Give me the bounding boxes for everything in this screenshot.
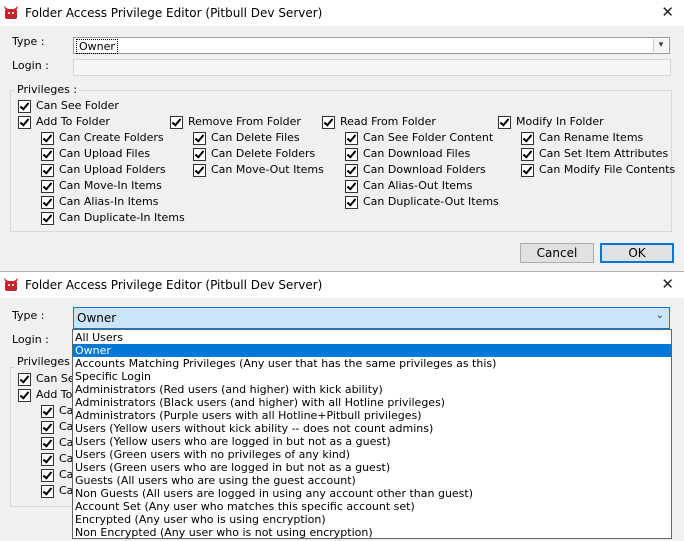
- checkmark-icon: [193, 148, 206, 161]
- chevron-down-icon[interactable]: ⌄: [656, 310, 664, 321]
- checkmark-icon: [322, 116, 335, 129]
- cancel-button[interactable]: Cancel: [520, 243, 594, 263]
- checkbox-label: Remove From Folder: [188, 115, 301, 128]
- checkbox-label: Add To Folder: [36, 115, 110, 128]
- checkbox-label: Read From Folder: [340, 115, 436, 128]
- checkmark-icon: [41, 196, 54, 209]
- type-select[interactable]: Owner ▾: [73, 37, 670, 54]
- checkmark-icon: [521, 164, 534, 177]
- window-title: Folder Access Privilege Editor (Pitbull …: [25, 278, 323, 292]
- checkbox-label: Can Move-In Items: [59, 179, 162, 192]
- dropdown-option[interactable]: Users (Green users with no privileges of…: [73, 448, 671, 461]
- checkmark-icon: [41, 421, 54, 434]
- checkmark-icon: [345, 164, 358, 177]
- dropdown-option[interactable]: Specific Login: [73, 370, 671, 383]
- type-label: Type :: [12, 309, 45, 322]
- checkmark-icon: [41, 148, 54, 161]
- checkbox-label: Can Alias-In Items: [59, 195, 159, 208]
- checkbox-label: Can Download Folders: [363, 163, 486, 176]
- login-label: Login :: [12, 59, 49, 72]
- checkbox-label: Can Alias-Out Items: [363, 179, 473, 192]
- privilege-editor-window-dropdown-open: Folder Access Privilege Editor (Pitbull …: [0, 272, 684, 541]
- checkbox-label: Can Modify File Contents: [539, 163, 676, 176]
- checkmark-icon: [41, 164, 54, 177]
- checkmark-icon: [345, 132, 358, 145]
- type-dropdown-list[interactable]: All Users Owner Accounts Matching Privil…: [72, 329, 672, 539]
- checkbox-label: Can Upload Files: [59, 147, 151, 160]
- checkmark-icon: [18, 373, 31, 386]
- checkbox-label: Can Duplicate-Out Items: [363, 195, 499, 208]
- checkbox-label: Can Move-Out Items: [211, 163, 324, 176]
- window-title: Folder Access Privilege Editor (Pitbull …: [25, 6, 323, 20]
- type-select-value: Owner: [77, 311, 117, 325]
- checkmark-icon: [521, 132, 534, 145]
- dropdown-option[interactable]: All Users: [73, 331, 671, 344]
- checkbox-label: Can Delete Files: [211, 131, 300, 144]
- checkbox-label: Can See Folder: [36, 99, 119, 112]
- dropdown-option[interactable]: Administrators (Black users (and higher)…: [73, 396, 671, 409]
- checkmark-icon: [18, 116, 31, 129]
- checkmark-icon: [170, 116, 183, 129]
- dropdown-option[interactable]: Non Guests (All users are logged in usin…: [73, 487, 671, 500]
- checkbox-label: Can Download Files: [363, 147, 471, 160]
- privilege-editor-window: Folder Access Privilege Editor (Pitbull …: [0, 0, 684, 272]
- privileges-label: Privileges :: [15, 355, 80, 368]
- privileges-label: Privileges :: [15, 83, 80, 96]
- dropdown-option[interactable]: Encrypted (Any user who is using encrypt…: [73, 513, 671, 526]
- dropdown-option[interactable]: Non Encrypted (Any user who is not using…: [73, 526, 671, 539]
- checkbox-label: Can Delete Folders: [211, 147, 316, 160]
- dropdown-option[interactable]: Users (Yellow users without kick ability…: [73, 422, 671, 435]
- dropdown-option[interactable]: Administrators (Purple users with all Ho…: [73, 409, 671, 422]
- checkmark-icon: [498, 116, 511, 129]
- checkbox-label: Can Upload Folders: [59, 163, 166, 176]
- dropdown-option-selected[interactable]: Owner: [73, 344, 671, 357]
- dropdown-option[interactable]: Accounts Matching Privileges (Any user t…: [73, 357, 671, 370]
- type-label: Type :: [12, 35, 45, 48]
- type-select-value: Owner: [76, 39, 118, 54]
- checkbox-label: Can Rename Items: [539, 131, 644, 144]
- dropdown-option[interactable]: Administrators (Red users (and higher) w…: [73, 383, 671, 396]
- type-select[interactable]: Owner ⌄: [73, 307, 670, 329]
- checkmark-icon: [193, 132, 206, 145]
- checkmark-icon: [41, 453, 54, 466]
- checkbox-label: Modify In Folder: [516, 115, 604, 128]
- checkmark-icon: [521, 148, 534, 161]
- checkmark-icon: [345, 180, 358, 193]
- checkmark-icon: [193, 164, 206, 177]
- checkmark-icon: [41, 469, 54, 482]
- checkmark-icon: [41, 212, 54, 225]
- ok-button[interactable]: OK: [600, 243, 674, 263]
- dropdown-option[interactable]: Users (Yellow users who are logged in bu…: [73, 435, 671, 448]
- checkmark-icon: [18, 389, 31, 402]
- checkbox-label: Can Create Folders: [59, 131, 164, 144]
- close-icon[interactable]: ✕: [661, 3, 674, 21]
- checkmark-icon: [41, 485, 54, 498]
- chevron-down-icon[interactable]: ▾: [653, 39, 668, 52]
- title-bar: Folder Access Privilege Editor (Pitbull …: [0, 272, 684, 298]
- checkbox-label: Can See Folder Content: [363, 131, 494, 144]
- checkmark-icon: [41, 132, 54, 145]
- checkbox-label: Add To: [36, 388, 73, 401]
- dropdown-option[interactable]: Users (Green users who are logged in but…: [73, 461, 671, 474]
- close-icon[interactable]: ✕: [661, 275, 674, 293]
- checkbox-label: Can Duplicate-In Items: [59, 211, 185, 224]
- checkbox-label: Can Set Item Attributes: [539, 147, 669, 160]
- checkmark-icon: [41, 437, 54, 450]
- app-bull-icon: [4, 278, 18, 291]
- checkmark-icon: [345, 148, 358, 161]
- checkmark-icon: [41, 180, 54, 193]
- dropdown-option[interactable]: Guests (All users who are using the gues…: [73, 474, 671, 487]
- app-bull-icon: [4, 6, 18, 19]
- checkmark-icon: [41, 405, 54, 418]
- checkmark-icon: [345, 196, 358, 209]
- login-field[interactable]: [73, 59, 671, 76]
- title-bar: Folder Access Privilege Editor (Pitbull …: [0, 0, 684, 26]
- login-label: Login :: [12, 333, 49, 346]
- checkmark-icon: [18, 100, 31, 113]
- dropdown-option[interactable]: Account Set (Any user who matches this s…: [73, 500, 671, 513]
